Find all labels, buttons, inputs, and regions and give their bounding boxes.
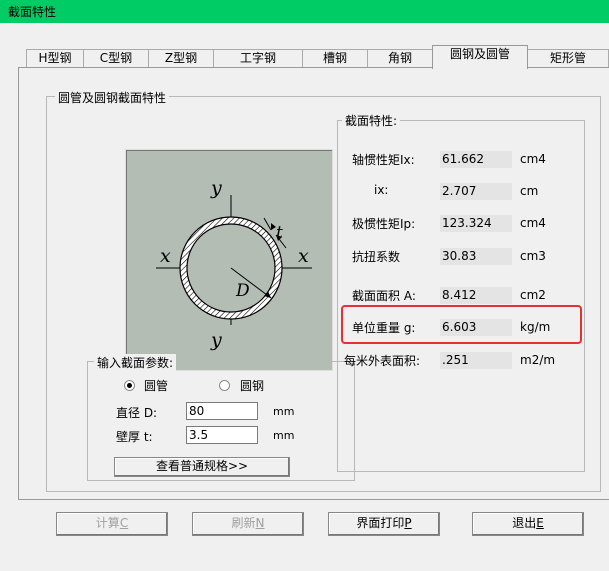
thickness-unit: mm <box>273 429 295 442</box>
exit-button[interactable]: 退出E <box>472 512 584 536</box>
input-params-group: 输入截面参数: 圆管 圆钢 直径 D: mm 壁厚 t: mm 查看普通规格>> <box>87 354 355 481</box>
print-button-label: 界面打印 <box>356 516 405 530</box>
tab-i-beam[interactable]: 工字钢 <box>213 49 303 68</box>
prop-unit-surface: m2/m <box>520 353 556 367</box>
prop-label-ix: 轴惯性矩Ix: <box>352 153 415 167</box>
y-axis-label-bottom: y <box>210 329 222 351</box>
x-axis-label-left: x <box>160 245 171 267</box>
prop-label-weight: 单位重量 g: <box>352 321 416 335</box>
tab-c-steel[interactable]: C型钢 <box>83 49 149 68</box>
tube-cross-section-diagram: y y x x D t <box>156 177 312 351</box>
diameter-unit: mm <box>273 405 295 418</box>
calc-button-label: 计算 <box>95 516 120 530</box>
tab-round-bar-tube[interactable]: 圆钢及圆管 <box>432 45 528 69</box>
prop-value-surface: .251 <box>440 352 512 369</box>
exit-button-key: E <box>536 516 544 530</box>
refresh-button-key: N <box>255 516 265 530</box>
properties-title: 截面特性: <box>342 112 401 129</box>
thickness-input[interactable] <box>186 426 258 444</box>
calc-button-key: C <box>119 516 129 530</box>
diameter-input[interactable] <box>186 402 258 420</box>
prop-value-radius: 2.707 <box>440 183 512 200</box>
refresh-button[interactable]: 刷新N <box>192 512 304 536</box>
x-axis-label-right: x <box>298 245 309 267</box>
prop-label-surface: 每米外表面积: <box>344 354 421 368</box>
thickness-input-label: 壁厚 t: <box>116 430 153 444</box>
tab-z-steel[interactable]: Z型钢 <box>148 49 214 68</box>
diameter-input-label: 直径 D: <box>116 406 158 420</box>
print-button[interactable]: 界面打印P <box>328 512 440 536</box>
prop-value-area: 8.412 <box>440 287 512 304</box>
tab-panel: 圆管及圆钢截面特性 y y x x D t 输入截面参数: 圆管 圆钢 直径 D… <box>18 67 609 500</box>
y-axis-label-top: y <box>210 177 222 199</box>
prop-unit-ip: cm4 <box>520 216 546 230</box>
tab-h-steel[interactable]: H型钢 <box>26 49 84 68</box>
prop-unit-radius: cm <box>520 184 539 198</box>
calc-button[interactable]: 计算C <box>56 512 168 536</box>
tab-channel[interactable]: 槽钢 <box>302 49 368 68</box>
prop-unit-area: cm2 <box>520 288 546 302</box>
exit-button-label: 退出 <box>512 516 537 530</box>
radio-tube-label[interactable]: 圆管 <box>144 377 168 394</box>
print-button-key: P <box>404 516 412 530</box>
thickness-label: t <box>276 223 283 243</box>
prop-label-area: 截面面积 A: <box>352 289 416 303</box>
prop-value-ix: 61.662 <box>440 151 512 168</box>
prop-label-radius: ix: <box>374 183 389 197</box>
prop-label-torsion: 抗扭系数 <box>352 250 401 264</box>
prop-unit-torsion: cm3 <box>520 249 546 263</box>
section-figure: y y x x D t <box>125 149 333 371</box>
tab-angle[interactable]: 角钢 <box>367 49 433 68</box>
radio-bar[interactable] <box>219 380 230 391</box>
tab-rect-tube[interactable]: 矩形管 <box>527 49 609 68</box>
view-specs-button[interactable]: 查看普通规格>> <box>114 457 290 477</box>
input-params-title: 输入截面参数: <box>94 354 177 371</box>
refresh-button-label: 刷新 <box>231 516 256 530</box>
prop-value-ip: 123.324 <box>440 215 512 232</box>
diameter-label: D <box>235 281 250 301</box>
prop-label-ip: 极惯性矩Ip: <box>352 217 416 231</box>
window-title: 截面特性 <box>0 0 609 23</box>
section-group-title: 圆管及圆钢截面特性 <box>55 89 170 106</box>
radio-bar-label[interactable]: 圆钢 <box>240 377 264 394</box>
prop-unit-weight: kg/m <box>520 320 551 334</box>
tab-strip: H型钢 C型钢 Z型钢 工字钢 槽钢 角钢 圆钢及圆管 矩形管 <box>0 44 609 69</box>
prop-value-weight: 6.603 <box>440 319 512 336</box>
prop-unit-ix: cm4 <box>520 152 546 166</box>
radio-tube[interactable] <box>124 380 135 391</box>
prop-value-torsion: 30.83 <box>440 248 512 265</box>
